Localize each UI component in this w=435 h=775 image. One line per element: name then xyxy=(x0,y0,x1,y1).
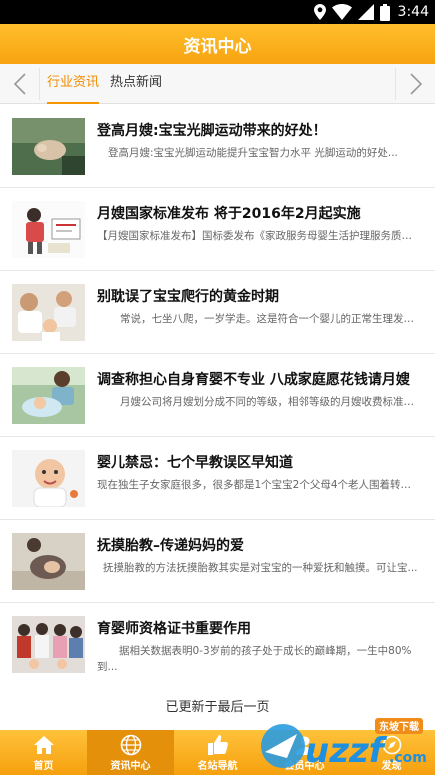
article-item[interactable]: 登高月嫂:宝宝光脚运动带来的好处！ 登高月嫂:宝宝光脚运动能提升宝宝智力水平 光… xyxy=(0,105,435,188)
article-title: 抚摸胎教–传递妈妈的爱 xyxy=(97,538,244,554)
thumbs-up-icon xyxy=(207,734,228,755)
article-thumbnail xyxy=(12,367,85,424)
article-title: 登高月嫂:宝宝光脚运动带来的好处！ xyxy=(97,123,327,139)
chevron-left-icon xyxy=(13,73,26,95)
nav-site-directory[interactable]: 名站导航 xyxy=(174,730,261,775)
chevron-right-icon xyxy=(409,73,422,95)
article-summary: 抚摸胎教的方法抚摸胎教其实是对宝宝的一种爱抚和触摸。可让宝... xyxy=(103,562,418,574)
article-summary: 常说，七坐八爬，一岁学走。这是符合一个婴儿的正常生理发展... xyxy=(120,313,421,325)
article-summary: 【月嫂国家标准发布】国标委发布《家政服务母婴生活护理服务质量... xyxy=(97,230,421,242)
location-icon xyxy=(313,4,326,20)
article-list: 登高月嫂:宝宝光脚运动带来的好处！ 登高月嫂:宝宝光脚运动能提升宝宝智力水平 光… xyxy=(0,105,435,686)
article-thumbnail xyxy=(12,201,85,258)
status-time: 3:44 xyxy=(397,4,429,20)
wifi-icon xyxy=(331,4,352,20)
home-icon xyxy=(33,735,54,754)
article-item[interactable]: 调查称担心自身育婴不专业 八成家庭愿花钱请月嫂 月嫂公司将月嫂划分成不同的等级，… xyxy=(0,354,435,437)
tab-scroll-right-button[interactable] xyxy=(395,68,435,100)
watermark-tagline: 东坡下载 xyxy=(379,720,419,733)
page-title: 资讯中心 xyxy=(183,36,252,57)
article-thumbnail xyxy=(12,284,85,341)
nav-label: 资讯中心 xyxy=(110,760,151,772)
article-item[interactable]: 别耽误了宝宝爬行的黄金时期 常说，七坐八爬，一岁学走。这是符合一个婴儿的正常生理… xyxy=(0,271,435,354)
tab-hot-news[interactable]: 热点新闻 xyxy=(110,64,162,104)
article-thumbnail xyxy=(12,450,85,507)
article-thumbnail xyxy=(12,533,85,590)
article-title: 育婴师资格证书重要作用 xyxy=(97,621,251,637)
tab-scroll-left-button[interactable] xyxy=(0,68,40,100)
article-title: 月嫂国家标准发布 将于2016年2月起实施 xyxy=(97,206,361,222)
signal-icon xyxy=(357,4,374,20)
nav-news-center[interactable]: 资讯中心 xyxy=(87,730,174,775)
nav-home[interactable]: 首页 xyxy=(0,730,87,775)
article-summary: 据相关数据表明0-3岁前的孩子处于成长的巅峰期，一生中80%到... xyxy=(97,645,412,673)
article-summary: 现在独生子女家庭很多，很多都是1个宝宝2个父母4个老人围着转。... xyxy=(97,479,421,491)
watermark-brand: uzzf xyxy=(305,731,388,771)
tab-industry-news[interactable]: 行业资讯 xyxy=(47,64,100,104)
nav-label: 名站导航 xyxy=(197,760,238,772)
globe-icon xyxy=(120,734,141,755)
article-summary: 登高月嫂:宝宝光脚运动能提升宝宝智力水平 光脚运动的好处... xyxy=(108,147,398,159)
status-bar: 3:44 xyxy=(0,0,435,24)
article-item[interactable]: 月嫂国家标准发布 将于2016年2月起实施 【月嫂国家标准发布】国标委发布《家政… xyxy=(0,188,435,271)
article-item[interactable]: 婴儿禁忌：七个早教误区早知道 现在独生子女家庭很多，很多都是1个宝宝2个父母4个… xyxy=(0,437,435,520)
uzzf-watermark-logo: 东坡下载 uzzf .com xyxy=(261,718,427,771)
article-title: 调查称担心自身育婴不专业 八成家庭愿花钱请月嫂 xyxy=(97,372,410,388)
article-title: 婴儿禁忌：七个早教误区早知道 xyxy=(97,455,293,471)
watermark-domain: .com xyxy=(389,750,427,766)
article-summary: 月嫂公司将月嫂划分成不同的等级，相邻等级的月嫂收费标准相... xyxy=(120,396,421,408)
article-title: 别耽误了宝宝爬行的黄金时期 xyxy=(97,289,279,305)
status-icons: 3:44 xyxy=(313,3,429,21)
battery-icon xyxy=(379,3,390,21)
category-tab-bar: 行业资讯 热点新闻 xyxy=(0,64,435,104)
article-thumbnail xyxy=(12,616,85,673)
article-item[interactable]: 育婴师资格证书重要作用 据相关数据表明0-3岁前的孩子处于成长的巅峰期，一生中8… xyxy=(0,603,435,686)
article-thumbnail xyxy=(12,118,85,175)
nav-label: 首页 xyxy=(33,760,54,772)
title-bar: 资讯中心 xyxy=(0,24,435,64)
article-item[interactable]: 抚摸胎教–传递妈妈的爱 抚摸胎教的方法抚摸胎教其实是对宝宝的一种爱抚和触摸。可让… xyxy=(0,520,435,603)
